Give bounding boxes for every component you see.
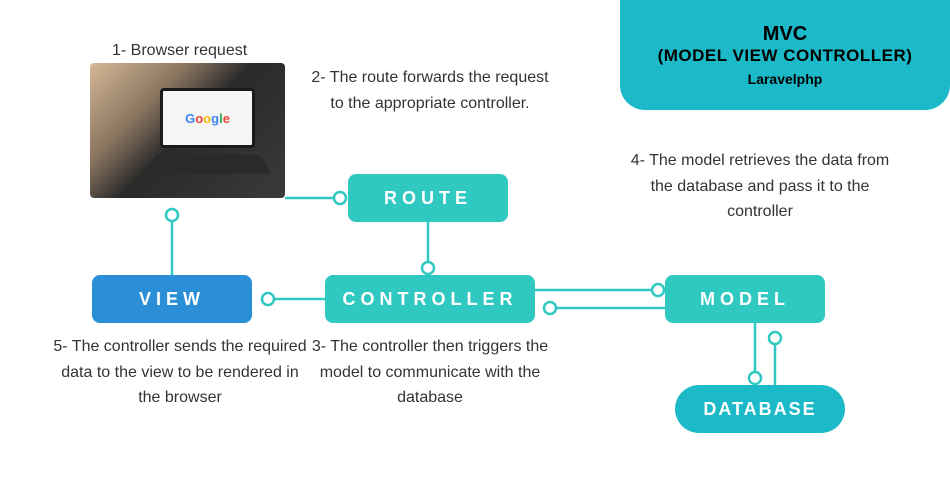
view-node: VIEW xyxy=(92,275,252,323)
step-4-label: 4- The model retrieves the data from the… xyxy=(625,148,895,225)
header-subtitle: MODEL VIEW CONTROLLER xyxy=(658,46,913,66)
browser-photo: Google xyxy=(90,63,285,198)
header-banner: MVC MODEL VIEW CONTROLLER Laravelphp xyxy=(620,0,950,110)
google-logo: Google xyxy=(185,111,230,126)
step-1-label: 1- Browser request xyxy=(112,38,247,64)
step-2-label: 2- The route forwards the request to the… xyxy=(310,65,550,116)
controller-node: CONTROLLER xyxy=(325,275,535,323)
step-5-label: 5- The controller sends the required dat… xyxy=(50,334,310,411)
header-title: MVC xyxy=(763,23,807,46)
database-node: DATABASE xyxy=(675,385,845,433)
step-3-label: 3- The controller then triggers the mode… xyxy=(300,334,560,411)
model-node: MODEL xyxy=(665,275,825,323)
route-node: ROUTE xyxy=(348,174,508,222)
header-tag: Laravelphp xyxy=(748,71,823,87)
